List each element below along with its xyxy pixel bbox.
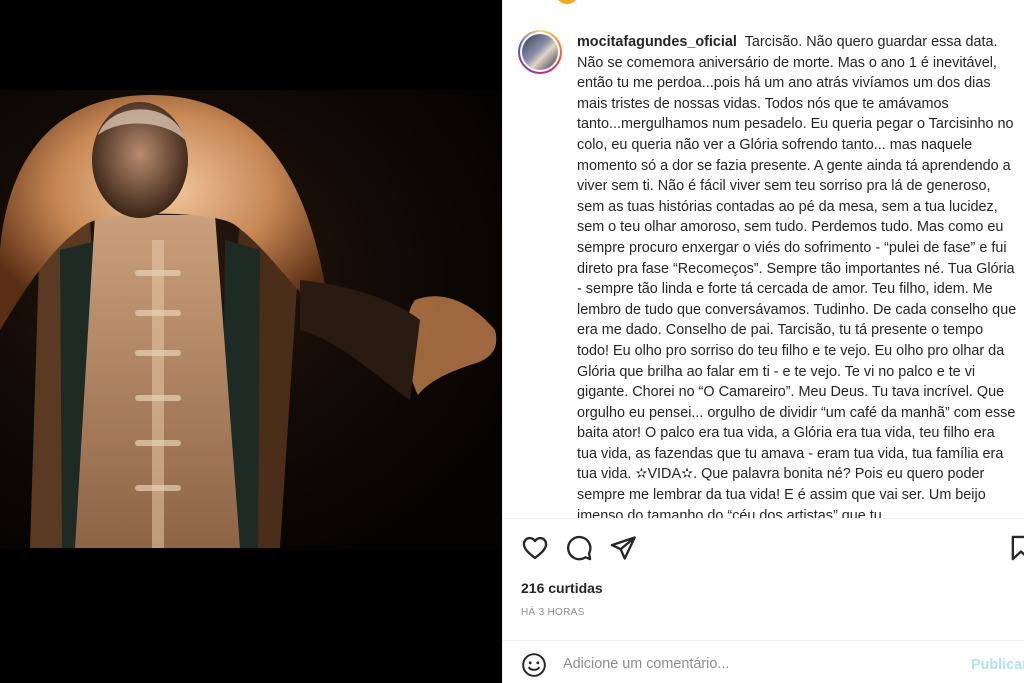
bookmark-icon[interactable] <box>1007 534 1024 562</box>
paper-plane-icon[interactable] <box>609 534 637 562</box>
username-link[interactable]: mocitafagundes_oficial <box>577 34 737 50</box>
likes-count[interactable]: 216 curtidas <box>521 580 603 596</box>
smiley-icon[interactable] <box>521 652 547 678</box>
avatar[interactable] <box>518 30 562 74</box>
avatar-frame <box>520 32 560 72</box>
post-timestamp[interactable]: HÁ 3 HORAS <box>521 607 585 618</box>
post-photo <box>0 95 502 683</box>
heart-icon[interactable] <box>521 534 549 562</box>
post-sidebar: mocitafagundes_oficial Tarcisão. Não que… <box>502 0 1024 683</box>
comment-form: Publicar <box>503 641 1024 683</box>
post-caption: mocitafagundes_oficial Tarcisão. Não que… <box>577 32 1017 518</box>
divider <box>503 518 1024 519</box>
comment-input[interactable] <box>563 651 953 677</box>
avatar-image <box>522 34 558 70</box>
post-media[interactable] <box>0 0 502 683</box>
previous-avatar-sliver <box>555 0 579 4</box>
comment-icon[interactable] <box>565 534 593 562</box>
action-bar <box>503 530 1024 566</box>
caption-text: Tarcisão. Não quero guardar essa data. N… <box>577 34 1017 518</box>
caption-scroll-area[interactable]: mocitafagundes_oficial Tarcisão. Não que… <box>503 18 1024 518</box>
publish-button[interactable]: Publicar <box>971 657 1024 673</box>
